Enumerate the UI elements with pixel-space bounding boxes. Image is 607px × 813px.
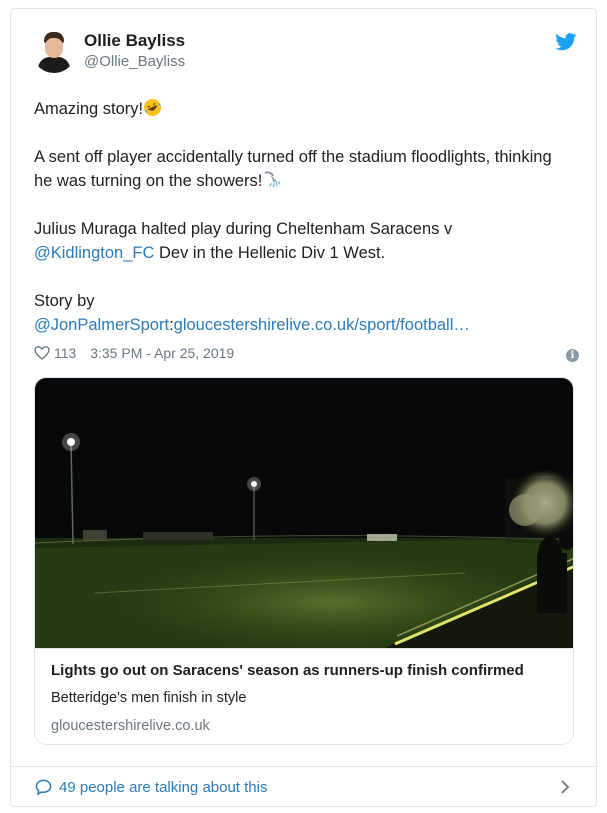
tweet-text: Amazing story! A sent off player acciden… (34, 97, 574, 337)
author-name-block[interactable]: Ollie Bayliss @Ollie_Bayliss (84, 31, 185, 72)
tweet-header: Ollie Bayliss @Ollie_Bayliss (32, 29, 577, 79)
tweet-line-1: Amazing story! (34, 100, 144, 118)
mention-kidlington-fc[interactable]: @Kidlington_FC (34, 244, 154, 262)
author-handle[interactable]: @Ollie_Bayliss (84, 52, 185, 72)
author-display-name[interactable]: Ollie Bayliss (84, 31, 185, 51)
tweet-timestamp[interactable]: 3:35 PM - Apr 25, 2019 (90, 345, 234, 361)
tweet-line-3-start: Julius Muraga halted play during Chelten… (34, 220, 453, 238)
tweet-meta: 113 3:35 PM - Apr 25, 2019 i (34, 345, 579, 367)
info-icon[interactable]: i (566, 349, 579, 362)
speech-bubble-icon[interactable] (35, 779, 52, 796)
preview-title[interactable]: Lights go out on Saracens' season as run… (51, 661, 559, 681)
mention-jonpalmersport[interactable]: @JonPalmerSport (34, 316, 169, 334)
tweet-line-4: Story by (34, 292, 95, 310)
chevron-right-icon[interactable] (560, 780, 570, 794)
tweet-line-2: A sent off player accidentally turned of… (34, 148, 552, 190)
rolling-laughing-emoji-icon (144, 98, 162, 117)
night-football-pitch-photo[interactable] (35, 378, 574, 648)
twitter-bird-icon[interactable] (555, 33, 577, 51)
shower-emoji-icon (264, 171, 281, 188)
like-count[interactable]: 113 (54, 345, 76, 361)
conversation-footer[interactable]: 49 people are talking about this (11, 766, 596, 806)
link-preview-text[interactable]: Lights go out on Saracens' season as run… (35, 648, 573, 744)
story-link[interactable]: gloucestershirelive.co.uk/sport/football… (174, 316, 470, 334)
link-preview-card[interactable]: Lights go out on Saracens' season as run… (34, 377, 574, 745)
heart-icon[interactable] (34, 345, 50, 361)
tweet-embed: Ollie Bayliss @Ollie_Bayliss Amazing sto… (10, 8, 597, 807)
preview-domain: gloucestershirelive.co.uk (51, 718, 210, 734)
tweet-line-3-end: Dev in the Hellenic Div 1 West. (154, 244, 386, 262)
preview-description: Betteridge's men finish in style (51, 690, 247, 706)
author-avatar[interactable] (32, 29, 76, 73)
people-talking-link[interactable]: 49 people are talking about this (59, 778, 267, 798)
